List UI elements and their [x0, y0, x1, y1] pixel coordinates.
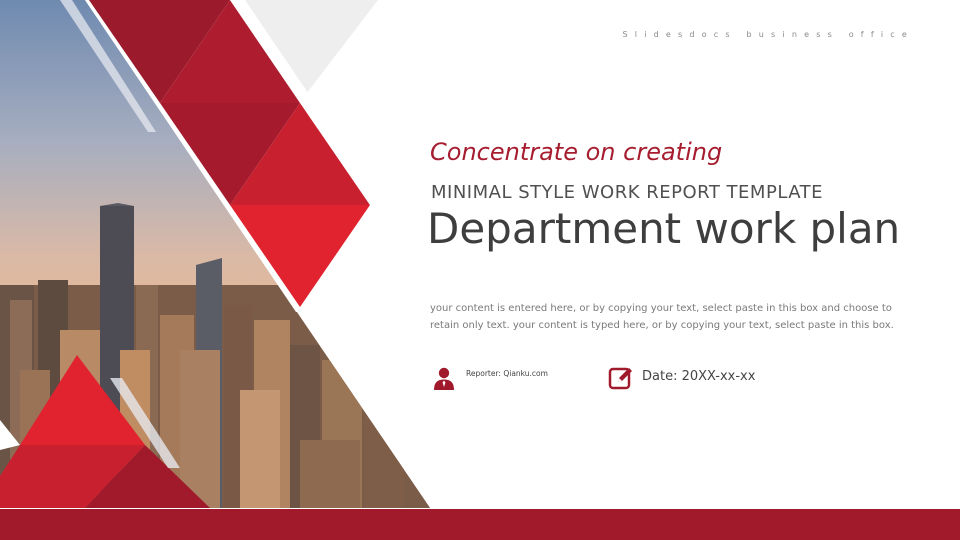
brand-label: Slidesdocs business office — [622, 30, 914, 39]
slide: Slidesdocs business office Concentrate o… — [0, 0, 960, 540]
tagline: Concentrate on creating — [430, 138, 723, 166]
body-text: your content is entered here, or by copy… — [430, 303, 894, 331]
decorative-artwork — [0, 0, 430, 508]
page-title: Department work plan — [427, 204, 901, 253]
reporter-label: Reporter: Qianku.com — [466, 369, 548, 378]
edit-calendar-icon — [608, 367, 632, 390]
date-label: Date: 20XX-xx-xx — [642, 369, 756, 384]
footer-bar — [0, 509, 960, 540]
subtitle: MINIMAL STYLE WORK REPORT TEMPLATE — [431, 182, 824, 203]
person-icon — [434, 367, 454, 390]
